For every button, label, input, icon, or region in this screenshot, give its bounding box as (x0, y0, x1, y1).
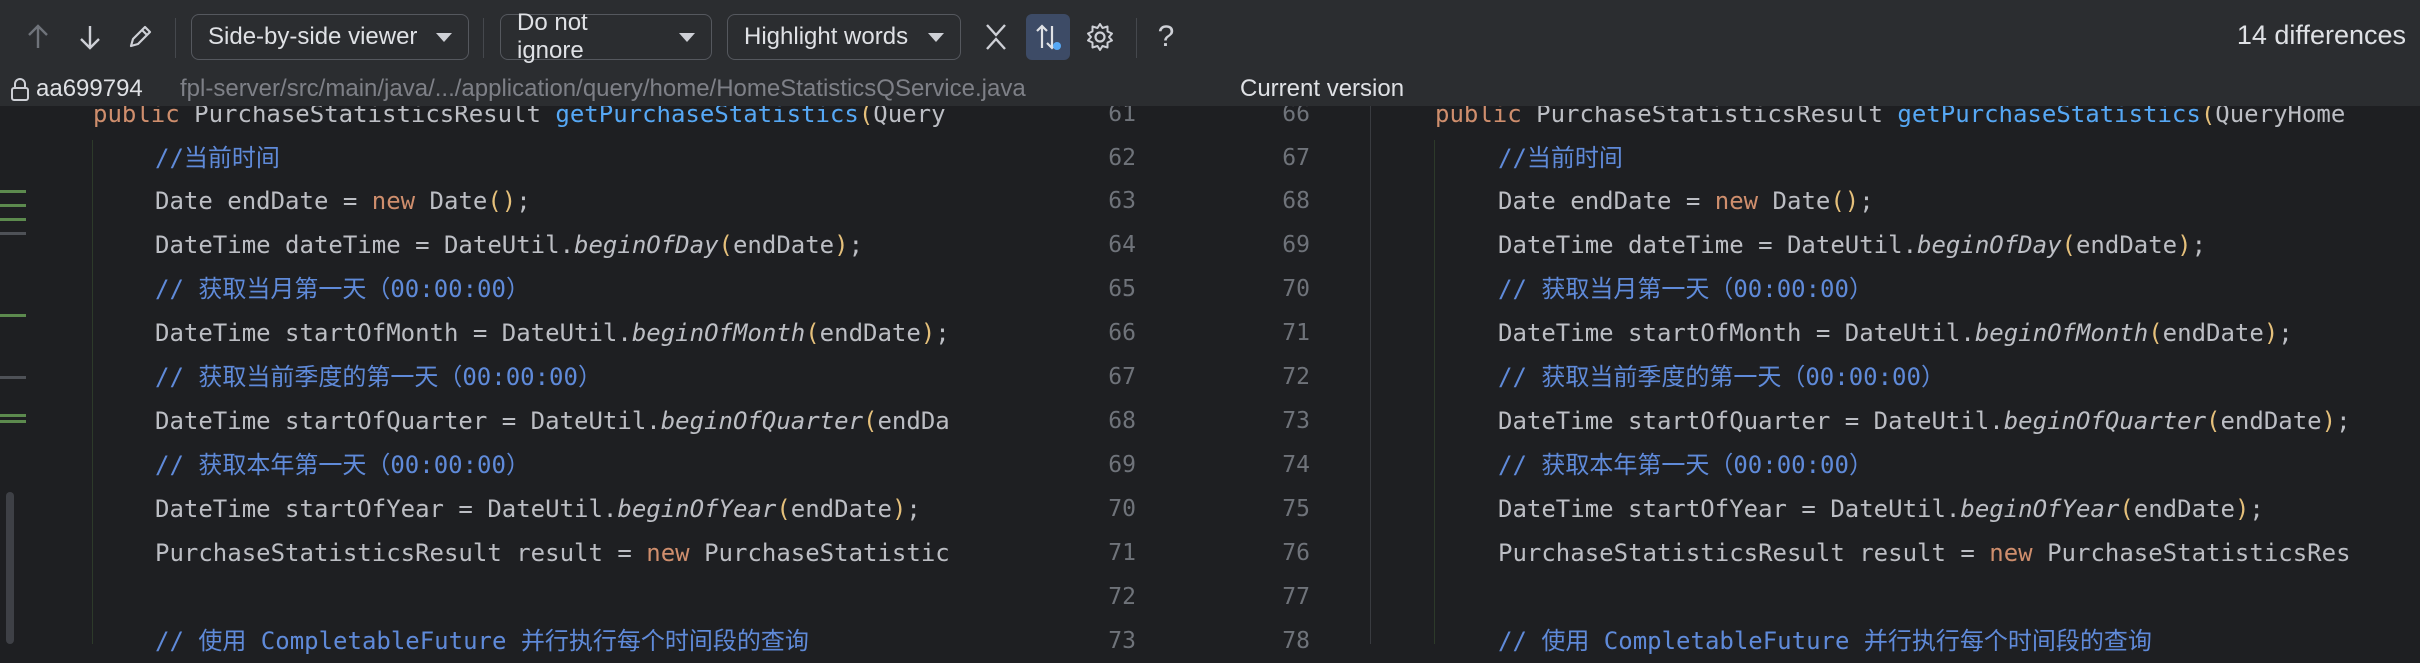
code-line-right: DateTime startOfYear = DateUtil.beginOfY… (1498, 495, 2264, 523)
chevron-down-icon (436, 32, 452, 42)
code-line-left: // 获取当月第一天（00:00:00） (155, 275, 530, 303)
right-line-number: 69 (1282, 232, 1310, 258)
chevron-down-icon (679, 32, 695, 42)
code-line-right: PurchaseStatisticsResult result = new Pu… (1498, 539, 2351, 567)
code-line-left: DateTime startOfMonth = DateUtil.beginOf… (155, 319, 950, 347)
code-line-right: // 获取当前季度的第一天（00:00:00） (1498, 363, 1945, 391)
code-line-right: DateTime dateTime = DateUtil.beginOfDay(… (1498, 231, 2207, 259)
right-line-number: 75 (1282, 496, 1310, 522)
code-line-right: // 获取当月第一天（00:00:00） (1498, 275, 1873, 303)
right-line-number: 70 (1282, 276, 1310, 302)
right-line-number: 78 (1282, 628, 1310, 654)
left-line-number: 73 (1108, 628, 1136, 654)
ignore-mode-label: Do not ignore (517, 9, 588, 64)
chevron-down-icon (928, 32, 944, 42)
pane-divider (1370, 106, 1371, 644)
viewer-mode-dropdown[interactable]: Side-by-side viewer (191, 14, 469, 60)
current-version-label: Current version (1240, 75, 1405, 102)
right-line-number: 74 (1282, 452, 1310, 478)
right-line-number: 68 (1282, 188, 1310, 214)
change-marker (0, 190, 26, 193)
right-line-number: 73 (1282, 408, 1310, 434)
left-line-number: 66 (1108, 320, 1136, 346)
left-line-number: 63 (1108, 188, 1136, 214)
edit-source-icon[interactable] (118, 14, 162, 60)
toolbar-separator (483, 18, 484, 58)
right-gutter-mask (2386, 106, 2420, 644)
viewer-mode-label: Side-by-side viewer (208, 23, 418, 50)
code-line-left: PurchaseStatisticsResult result = new Pu… (155, 539, 950, 567)
help-icon[interactable]: ? (1144, 14, 1188, 60)
lock-icon (10, 78, 30, 109)
revision-label: aa699794 (36, 75, 143, 102)
code-line-right: Date endDate = new Date(); (1498, 187, 1874, 215)
left-change-gutter (0, 106, 34, 644)
left-line-number: 67 (1108, 364, 1136, 390)
code-line-left: // 获取本年第一天（00:00:00） (155, 451, 530, 479)
change-marker (0, 420, 26, 423)
code-line-left: DateTime startOfYear = DateUtil.beginOfY… (155, 495, 921, 523)
left-line-number: 69 (1108, 452, 1136, 478)
change-marker (0, 218, 26, 221)
code-line-right: // 获取本年第一天（00:00:00） (1498, 451, 1873, 479)
code-line-right: DateTime startOfQuarter = DateUtil.begin… (1498, 407, 2351, 435)
indent-guide (1434, 140, 1435, 644)
code-line-left: Date endDate = new Date(); (155, 187, 531, 215)
right-line-number: 77 (1282, 584, 1310, 610)
file-path: fpl-server/src/main/java/.../application… (180, 75, 1026, 102)
next-difference-icon[interactable] (68, 14, 112, 60)
ignore-mode-dropdown[interactable]: Do not ignore (500, 9, 712, 64)
code-line-right: // 使用 CompletableFuture 并行执行每个时间段的查询 (1498, 627, 2152, 655)
change-marker (0, 204, 26, 207)
line-number-gutter (1010, 106, 1370, 644)
highlight-mode-dropdown[interactable]: Highlight words (727, 14, 961, 60)
right-line-number: 67 (1282, 145, 1310, 171)
toolbar-separator (1136, 18, 1137, 58)
left-line-number: 64 (1108, 232, 1136, 258)
code-line-right: DateTime startOfMonth = DateUtil.beginOf… (1498, 319, 2293, 347)
right-line-number: 76 (1282, 540, 1310, 566)
code-line-left: DateTime startOfQuarter = DateUtil.begin… (155, 407, 950, 435)
left-line-number: 72 (1108, 584, 1136, 610)
left-line-number: 71 (1108, 540, 1136, 566)
code-line-left: DateTime dateTime = DateUtil.beginOfDay(… (155, 231, 864, 259)
file-path-bar: aa699794 fpl-server/src/main/java/.../ap… (0, 75, 2420, 109)
code-line-left: // 使用 CompletableFuture 并行执行每个时间段的查询 (155, 627, 809, 655)
toolbar-separator (175, 18, 176, 58)
left-line-number: 68 (1108, 408, 1136, 434)
left-line-number: 62 (1108, 145, 1136, 171)
right-line-number: 71 (1282, 320, 1310, 346)
code-line-left: // 获取当前季度的第一天（00:00:00） (155, 363, 602, 391)
sync-scroll-toggle-icon[interactable] (1026, 14, 1070, 60)
collapse-unchanged-icon[interactable] (974, 14, 1018, 60)
change-marker (0, 232, 26, 235)
differences-count: 14 differences (2236, 20, 2406, 50)
change-marker (0, 414, 26, 417)
change-marker (0, 314, 26, 317)
diff-toolbar: Side-by-side viewer Do not ignore Highli… (0, 0, 2420, 76)
left-line-number: 70 (1108, 496, 1136, 522)
indent-guide (92, 140, 93, 644)
highlight-mode-label: Highlight words (744, 23, 909, 50)
right-line-number: 72 (1282, 364, 1310, 390)
previous-difference-icon[interactable] (16, 14, 60, 60)
code-line-right: //当前时间 (1498, 144, 1623, 172)
code-line-left: //当前时间 (155, 144, 280, 172)
left-line-number: 65 (1108, 276, 1136, 302)
left-scrollbar-thumb[interactable] (6, 492, 14, 644)
change-marker (0, 376, 26, 379)
settings-gear-icon[interactable] (1078, 14, 1122, 60)
